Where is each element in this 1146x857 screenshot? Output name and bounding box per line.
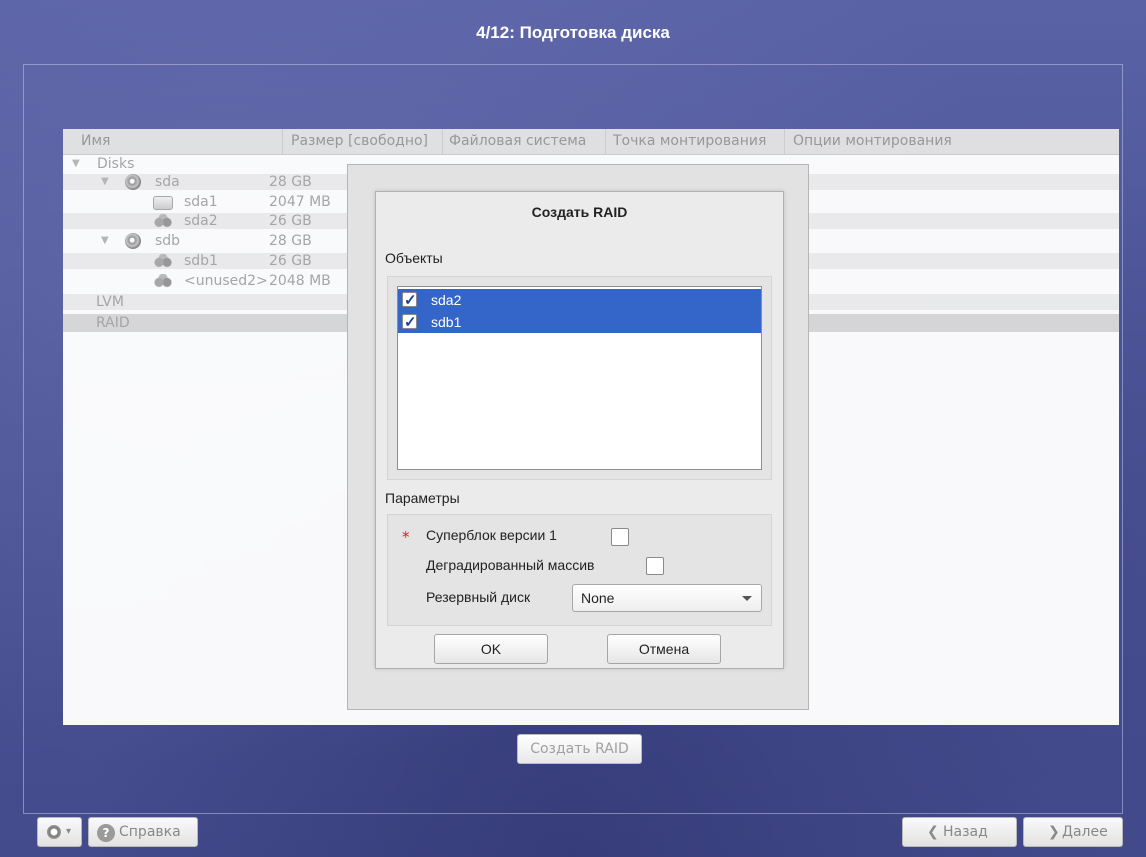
language-menu-button[interactable]: ▾ [37,817,82,847]
help-button[interactable]: ? Справка [88,817,198,847]
create-raid-dialog: Создать RAID Объекты sda2 sdb1 Параметры… [375,191,784,669]
chevron-down-icon: ▾ [66,826,72,837]
tree-row-size: 26 GB [269,253,312,269]
ok-button[interactable]: OK [434,634,548,664]
superblock-label: Суперблок версии 1 [426,527,557,543]
next-label: Далее [1062,824,1108,840]
window-title: 4/12: Подготовка диска [476,23,670,42]
tree-row-name: sdb1 [184,253,218,269]
expander-icon[interactable]: ▼ [101,233,109,249]
spare-disk-value: None [581,590,615,606]
object-checkbox[interactable] [402,312,417,334]
degraded-label: Деградированный массив [426,557,595,573]
tree-row-name: sda2 [184,213,218,229]
create-raid-button[interactable]: Создать RAID [517,734,642,764]
objects-section-label: Объекты [385,250,443,266]
object-checkbox[interactable] [402,290,417,312]
tree-row-size: 28 GB [269,174,312,190]
objects-listbox[interactable]: sda2 sdb1 [397,286,762,470]
column-header-mount-options[interactable]: Опции монтирования [785,129,1119,154]
chevron-left-icon: ❮ [927,824,939,840]
column-header-size[interactable]: Размер [свободно] [283,129,443,154]
tree-row-size: 26 GB [269,213,312,229]
tree-row-name: <unused2> [184,273,268,289]
params-section-label: Параметры [385,490,460,506]
degraded-checkbox[interactable] [646,557,664,575]
object-label: sda2 [431,292,462,308]
back-label: Назад [943,824,988,840]
tree-row-size: 2048 MB [269,273,331,289]
column-header-mountpoint[interactable]: Точка монтирования [605,129,785,154]
help-icon: ? [97,824,115,842]
list-item[interactable]: sdb1 [398,311,761,334]
list-item[interactable]: sda2 [398,289,761,312]
help-label: Справка [119,824,181,840]
tree-row-size: 2047 MB [269,194,331,210]
superblock-checkbox[interactable] [611,528,629,546]
tree-row-name: sdb [155,233,181,249]
tree-row-name: LVM [96,294,124,310]
cancel-button[interactable]: Отмена [607,634,721,664]
chevron-right-icon: ❯ [1048,824,1060,840]
expander-icon[interactable]: ▼ [72,156,80,172]
required-marker: * [402,528,410,546]
chevron-down-icon [742,596,752,601]
spare-disk-select[interactable]: None [572,584,762,612]
tree-row-size: 28 GB [269,233,312,249]
column-header-filesystem[interactable]: Файловая система [441,129,606,154]
tree-row-name: Disks [97,156,135,172]
column-header-name[interactable]: Имя [73,129,283,154]
next-button[interactable]: ❯ Далее [1023,817,1123,847]
tree-row-name: RAID [96,315,130,331]
globe-icon [47,825,61,839]
back-button[interactable]: ❮ Назад [902,817,1017,847]
object-label: sdb1 [431,314,462,330]
tree-row-name: sda1 [184,194,218,210]
table-header: Имя Размер [свободно] Файловая система Т… [63,129,1119,155]
expander-icon[interactable]: ▼ [101,174,109,190]
spare-disk-label: Резервный диск [426,589,531,605]
dialog-title: Создать RAID [531,204,628,220]
tree-row-name: sda [155,174,180,190]
